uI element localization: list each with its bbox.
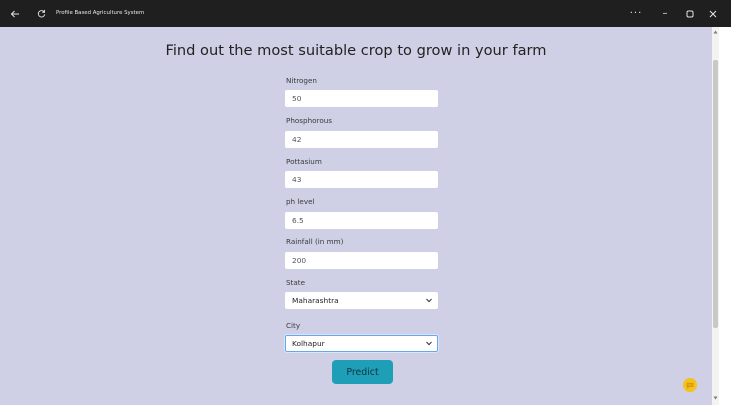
maximize-icon — [686, 10, 694, 17]
window-title: Profile Based Agriculture System — [56, 10, 145, 16]
vertical-scrollbar[interactable] — [712, 27, 719, 405]
back-button[interactable] — [4, 0, 26, 27]
refresh-icon — [37, 9, 45, 18]
ph-level-label: ph level — [286, 197, 315, 206]
arrow-left-icon — [10, 10, 19, 17]
title-bar: Profile Based Agriculture System ··· – — [0, 0, 731, 27]
nitrogen-label: Nitrogen — [286, 76, 317, 85]
main-content: Find out the most suitable crop to grow … — [0, 27, 712, 405]
state-selected-value: Maharashtra — [292, 296, 339, 305]
pottasium-input[interactable]: 43 — [285, 171, 438, 188]
scroll-up-icon[interactable] — [713, 29, 718, 35]
chat-button[interactable] — [683, 378, 697, 392]
nitrogen-input[interactable]: 50 — [285, 90, 438, 107]
city-select[interactable]: Kolhapur — [285, 335, 438, 352]
refresh-button[interactable] — [30, 0, 52, 27]
page-title: Find out the most suitable crop to grow … — [165, 42, 547, 59]
close-button[interactable] — [703, 0, 723, 27]
close-icon — [709, 10, 717, 17]
predict-button[interactable]: Predict — [332, 360, 393, 384]
state-select[interactable]: Maharashtra — [285, 292, 438, 309]
maximize-button[interactable] — [680, 0, 700, 27]
minimize-button[interactable]: – — [655, 0, 675, 27]
window-edge — [719, 27, 731, 405]
chat-icon — [686, 382, 694, 389]
phosphorous-input[interactable]: 42 — [285, 131, 438, 148]
scroll-down-icon[interactable] — [713, 395, 718, 401]
rainfall-label: Rainfall (in mm) — [286, 237, 344, 246]
state-label: State — [286, 278, 306, 287]
more-button[interactable]: ··· — [626, 0, 646, 27]
pottasium-label: Pottasium — [286, 157, 322, 166]
city-label: City — [286, 321, 301, 330]
chevron-down-icon — [426, 298, 432, 303]
chevron-down-icon — [426, 341, 432, 346]
scrollbar-thumb[interactable] — [713, 60, 718, 328]
city-selected-value: Kolhapur — [292, 339, 325, 348]
rainfall-input[interactable]: 200 — [285, 252, 438, 269]
phosphorous-label: Phosphorous — [286, 116, 333, 125]
ph-level-input[interactable]: 6.5 — [285, 212, 438, 229]
